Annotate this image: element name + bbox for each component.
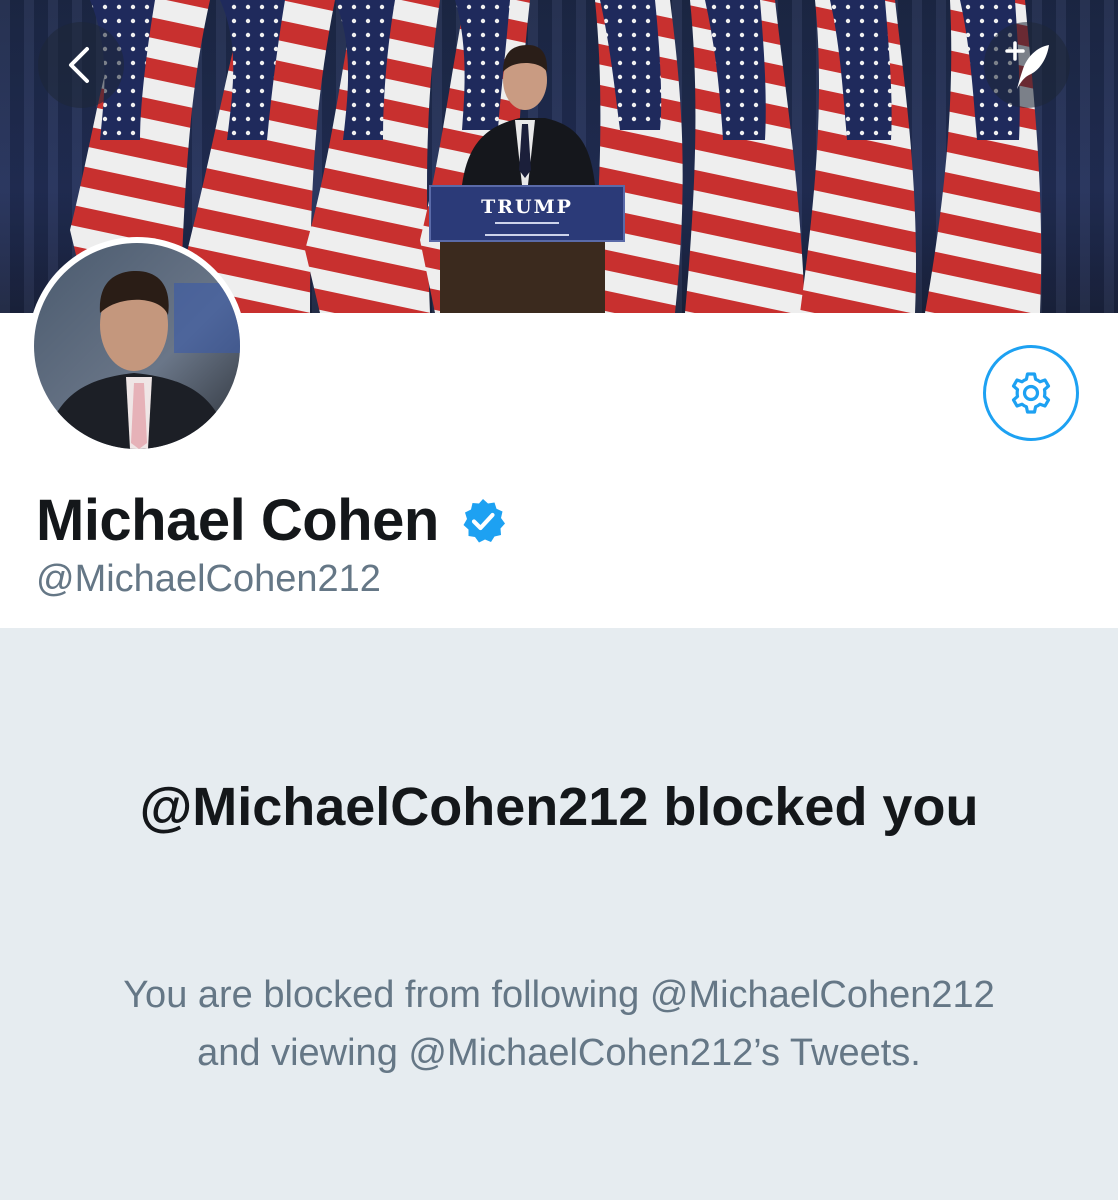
- blocked-description: You are blocked from following @MichaelC…: [123, 974, 995, 1074]
- blocked-title: @MichaelCohen212 blocked you: [139, 777, 979, 837]
- settings-button[interactable]: [983, 345, 1079, 441]
- profile-handle: @MichaelCohen212: [36, 558, 381, 600]
- podium-sign-text: TRUMP: [481, 196, 573, 218]
- display-name: Michael Cohen: [36, 487, 439, 553]
- back-button[interactable]: [38, 22, 124, 108]
- podium: TRUMP: [429, 185, 625, 313]
- compose-quill-icon: [1005, 41, 1049, 89]
- chevron-left-icon: [69, 47, 89, 83]
- avatar-photo: [34, 243, 240, 449]
- compose-tweet-button[interactable]: [984, 22, 1070, 108]
- blocked-notice: @MichaelCohen212 blocked you You are blo…: [0, 628, 1118, 1200]
- name-row: Michael Cohen: [36, 480, 507, 560]
- avatar[interactable]: [28, 237, 246, 455]
- verified-badge-icon: [459, 497, 507, 550]
- gear-icon: [1011, 372, 1051, 414]
